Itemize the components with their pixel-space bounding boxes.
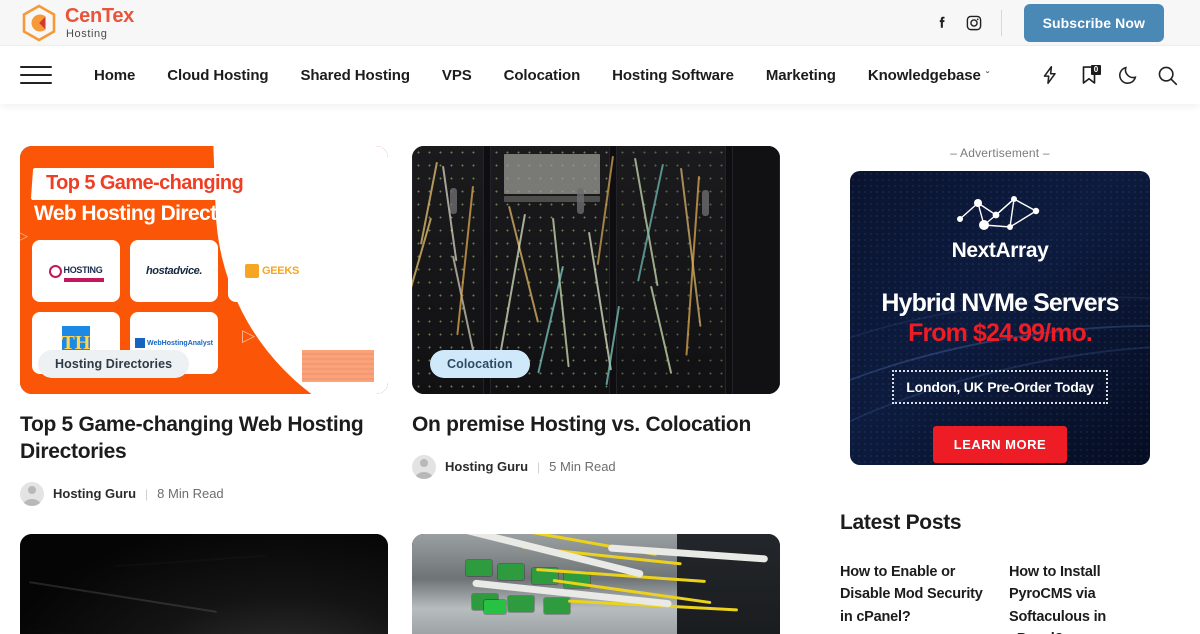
logo-card-hostingdirectory: HOSTING [32,240,120,302]
latest-post-link[interactable]: How to Install PyroCMS via Softaculous i… [1009,561,1160,634]
hamburger-line [20,82,52,84]
nav-label: Hosting Software [612,66,734,84]
play-triangle-icon: ▷ [20,228,28,243]
sidebar: – Advertisement – NextArray Hybrid NVMe … [820,146,1160,634]
nav-item-hosting-software[interactable]: Hosting Software [596,67,750,84]
graphic-headline-1: Top 5 Game-changing [30,168,261,200]
ad-price: From $24.99/mo. [908,319,1093,347]
author-avatar [412,454,436,479]
graphic-headline-1-text: Top 5 Game-changing [46,172,244,194]
logo-subtitle: Hosting [66,27,108,40]
top-bar: CenTex Hosting Subscribe Now [0,0,1200,46]
nav-label: Home [94,66,136,84]
page-root: CenTex Hosting Subscribe Now Home Cloud … [0,0,1200,634]
nav-item-knowledgebase[interactable]: Knowledgebase ˇ [852,67,1005,84]
dark-server-photo: Ct [20,533,388,634]
bookmark-icon[interactable]: 0 [1078,64,1101,86]
article-grid: ▷ ▷ ▷ Top 5 Game-changing Web Hosting Di… [20,146,820,634]
hamburger-menu-icon[interactable] [20,66,52,84]
top-bar-right: Subscribe Now [933,3,1164,42]
author-name[interactable]: Hosting Guru [445,459,528,474]
latest-posts-heading: Latest Posts [840,511,962,534]
latest-post-link[interactable]: How to Enable or Disable Mod Security in… [840,561,991,634]
nav-item-cloud-hosting[interactable]: Cloud Hosting [151,67,284,84]
ad-learn-more-button[interactable]: LEARN MORE [932,426,1068,463]
search-icon[interactable] [1156,64,1178,86]
nav-item-marketing[interactable]: Marketing [750,67,852,84]
main-navigation-bar: Home Cloud Hosting Shared Hosting VPS Co… [0,46,1200,104]
bookmark-count-badge: 0 [1091,65,1101,75]
meta-separator: | [537,459,541,474]
page-content: ▷ ▷ ▷ Top 5 Game-changing Web Hosting Di… [0,104,1200,634]
graphic-headline-2: Web Hosting Directories [34,202,264,225]
logo-name-part2: Tex [101,4,134,27]
instagram-icon[interactable] [965,14,983,32]
geeks-wordmark: GEEKS [261,265,299,277]
centex-hexagon-logo-icon [20,4,58,42]
meta-separator: | [145,486,149,501]
advertisement-label: – Advertisement – [950,146,1050,160]
article-meta: Hosting Guru | 5 Min Read [412,454,780,479]
category-badge[interactable]: Colocation [430,350,530,378]
hamburger-line [20,74,52,76]
analyst-wordmark: WebHostingAnalyst [147,339,213,347]
ad-offer-box: London, UK Pre-Order Today [892,370,1108,404]
nav-icon-group: 0 [1039,64,1178,86]
nav-label: VPS [441,66,472,84]
wave-decoration [302,350,374,382]
nav-label: Colocation [503,66,581,84]
article-thumbnail[interactable] [412,533,780,634]
logo-card-hostadvice: hostadvice. [130,240,218,302]
hostadvice-wordmark: hostadvice. [145,265,203,277]
nav-item-colocation[interactable]: Colocation [488,67,597,84]
subscribe-now-button[interactable]: Subscribe Now [1023,3,1164,42]
fiber-patch-panel-photo [412,533,780,634]
lightning-bolt-icon[interactable] [1039,64,1061,86]
article-meta: Hosting Guru | 8 Min Read [20,481,388,506]
logo-name-part1: Cen [65,4,102,27]
social-links [933,14,983,32]
nav-item-home[interactable]: Home [78,67,151,84]
nav-item-shared-hosting[interactable]: Shared Hosting [284,67,425,84]
author-name[interactable]: Hosting Guru [53,486,136,501]
logo-wordmark: CenTex Hosting [65,6,134,40]
article-thumbnail[interactable]: Ct [20,533,388,634]
nav-label: Cloud Hosting [167,66,269,84]
site-logo[interactable]: CenTex Hosting [20,4,134,42]
moon-icon[interactable] [1117,64,1139,86]
latest-posts-list: How to Enable or Disable Mod Security in… [840,561,1160,634]
nav-label: Knowledgebase [867,66,981,84]
logo-card-webhostinggeeks: GEEKS [228,240,316,302]
hamburger-line [20,66,52,68]
chevron-down-icon: ˇ [985,70,989,82]
article-thumbnail[interactable]: ▷ ▷ ▷ Top 5 Game-changing Web Hosting Di… [20,146,388,394]
article-thumbnail[interactable]: Colocation [412,146,780,394]
advertisement-banner[interactable]: NextArray Hybrid NVMe Servers From $24.9… [850,171,1150,465]
top-bar-divider [1000,9,1002,36]
article-card: Colocation On premise Hosting vs. Coloca… [412,146,780,506]
article-card: ▷ ▷ ▷ Top 5 Game-changing Web Hosting Di… [20,146,388,506]
article-card [412,533,780,634]
nav-label: Shared Hosting [300,66,410,84]
author-avatar [20,481,44,506]
article-card: Ct [20,533,388,634]
nav-item-vps[interactable]: VPS [426,67,488,84]
read-time: 8 Min Read [157,486,224,502]
logo-name: CenTex [65,6,134,26]
category-badge[interactable]: Hosting Directories [38,350,190,378]
nextarray-constellation-icon [957,196,1040,230]
ad-content: NextArray Hybrid NVMe Servers From $24.9… [850,171,1150,463]
nav-label: Marketing [765,66,836,84]
nav-links: Home Cloud Hosting Shared Hosting VPS Co… [78,67,1005,84]
ad-brand-name: NextArray [951,239,1049,262]
article-title[interactable]: Top 5 Game-changing Web Hosting Director… [20,412,388,466]
facebook-icon[interactable] [933,14,951,32]
article-title[interactable]: On premise Hosting vs. Colocation [412,412,780,439]
ad-headline: Hybrid NVMe Servers [881,289,1119,317]
read-time: 5 Min Read [549,459,616,475]
